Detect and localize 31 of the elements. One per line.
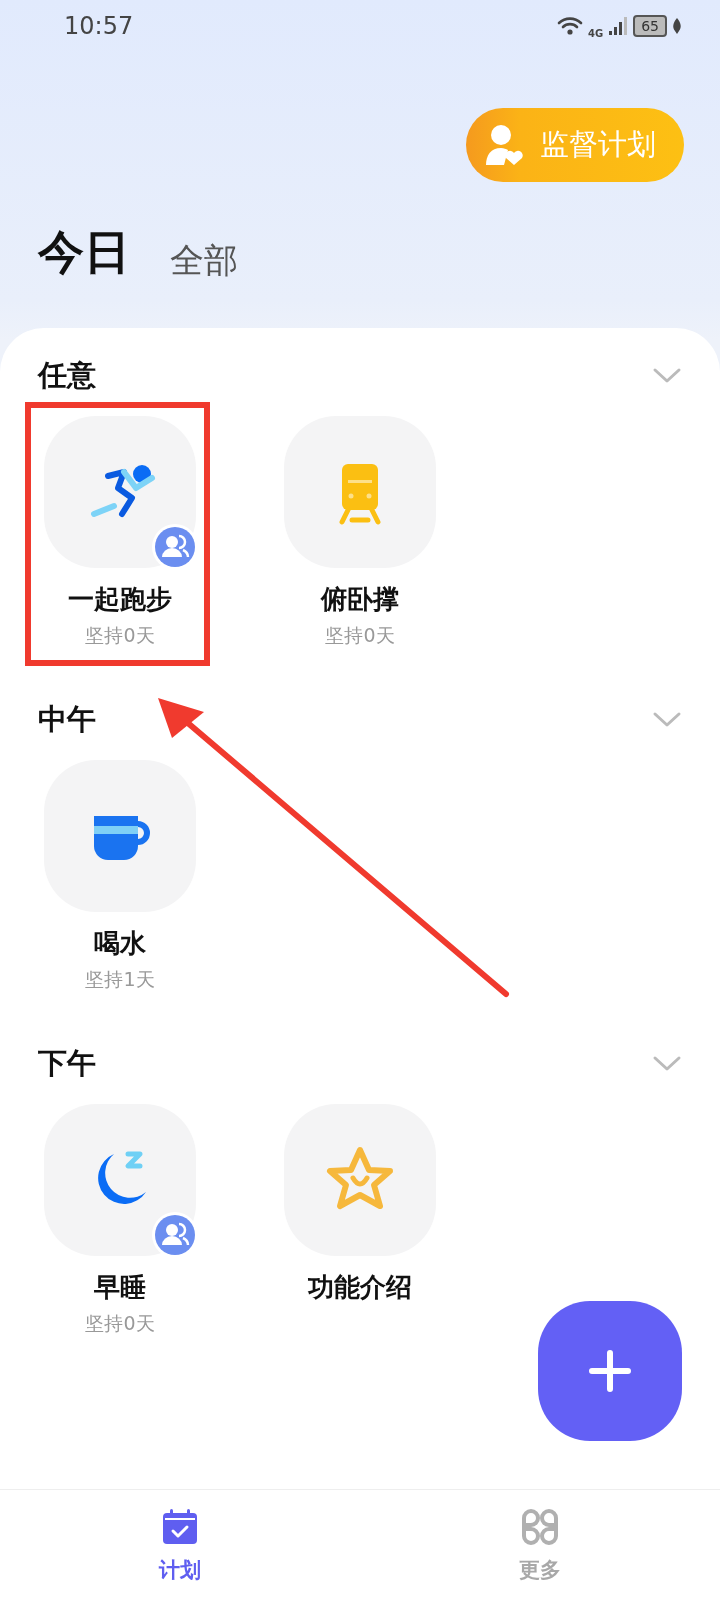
network-type: 4G	[588, 27, 604, 39]
habit-tile[interactable]	[284, 1104, 436, 1256]
tab[interactable]: 今日	[38, 222, 130, 284]
habit-name: 功能介绍	[308, 1271, 412, 1304]
battery-level: 65	[633, 15, 667, 37]
wifi-icon	[557, 16, 583, 36]
clock-time: 10:57	[64, 12, 134, 40]
streak-text: 坚持0天	[85, 1311, 155, 1336]
add-button[interactable]	[538, 1301, 682, 1441]
habit-tile[interactable]	[44, 760, 196, 912]
section-title: 任意	[38, 357, 96, 394]
section-title: 中午	[38, 701, 96, 738]
grid-icon	[521, 1508, 559, 1546]
habit-name: 早睡	[94, 1271, 146, 1304]
habit-name: 俯卧撑	[321, 583, 399, 616]
streak-text: 坚持0天	[85, 623, 155, 648]
signal-icon	[608, 16, 629, 36]
calendar-icon	[161, 1508, 199, 1546]
leaf-icon	[672, 17, 682, 35]
person-heart-icon	[484, 123, 524, 167]
plus-icon	[588, 1349, 632, 1393]
habit-name: 喝水	[94, 927, 146, 960]
streak-text: 坚持0天	[325, 623, 395, 648]
habit-tile[interactable]	[284, 416, 436, 568]
habit-tile[interactable]	[44, 416, 196, 568]
habit-name: 一起跑步	[68, 583, 172, 616]
habit-tile[interactable]	[44, 1104, 196, 1256]
nav-tab[interactable]: 计划	[0, 1490, 360, 1600]
section-title: 下午	[38, 1045, 96, 1082]
streak-text: 坚持1天	[85, 967, 155, 992]
tab[interactable]: 全部	[170, 238, 238, 284]
